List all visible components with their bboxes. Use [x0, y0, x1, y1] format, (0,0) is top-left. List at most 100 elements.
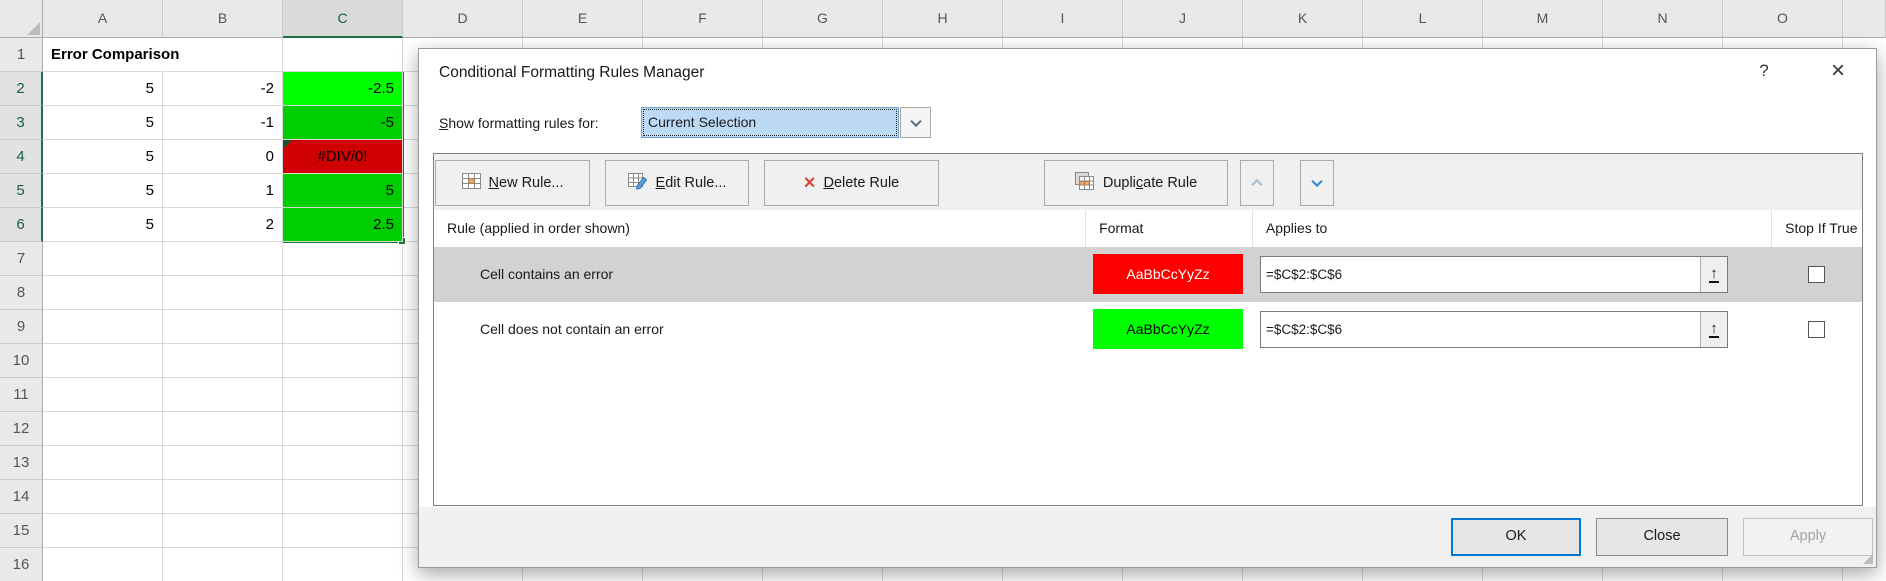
- cell-A14[interactable]: [43, 480, 163, 514]
- cell-C9[interactable]: [283, 310, 403, 344]
- column-header-L[interactable]: L: [1363, 0, 1483, 38]
- applies-to-input[interactable]: =$C$2:$C$6 ↑: [1260, 256, 1728, 293]
- collapse-dialog-button[interactable]: ↑: [1700, 312, 1727, 347]
- applies-to-input[interactable]: =$C$2:$C$6 ↑: [1260, 311, 1728, 348]
- column-header-M[interactable]: M: [1483, 0, 1603, 38]
- column-header-F[interactable]: F: [643, 0, 763, 38]
- column-header-J[interactable]: J: [1123, 0, 1243, 38]
- column-header-O[interactable]: O: [1723, 0, 1843, 38]
- cell-A5[interactable]: 5: [43, 174, 163, 208]
- cell-A4[interactable]: 5: [43, 140, 163, 174]
- cell-B15[interactable]: [163, 514, 283, 548]
- cell-C4[interactable]: #DIV/0!: [283, 140, 403, 174]
- cell-A1[interactable]: Error Comparison: [43, 38, 163, 72]
- column-header-C[interactable]: C: [283, 0, 403, 38]
- row-header-16[interactable]: 16: [0, 548, 43, 581]
- cell-B13[interactable]: [163, 446, 283, 480]
- cell-A12[interactable]: [43, 412, 163, 446]
- cell-B2[interactable]: -2: [163, 72, 283, 106]
- row-header-12[interactable]: 12: [0, 412, 43, 446]
- cell-C2[interactable]: -2.5: [283, 72, 403, 106]
- cell-C13[interactable]: [283, 446, 403, 480]
- move-rule-up-button[interactable]: [1240, 160, 1274, 206]
- cell-A13[interactable]: [43, 446, 163, 480]
- cell-C15[interactable]: [283, 514, 403, 548]
- row-header-10[interactable]: 10: [0, 344, 43, 378]
- scope-dropdown[interactable]: Current Selection: [641, 107, 899, 138]
- apply-button[interactable]: Apply: [1743, 518, 1873, 556]
- ok-button[interactable]: OK: [1451, 518, 1581, 556]
- row-header-2[interactable]: 2: [0, 72, 43, 106]
- cell-C1[interactable]: [283, 38, 403, 72]
- column-header-I[interactable]: I: [1003, 0, 1123, 38]
- help-icon[interactable]: ?: [1751, 61, 1777, 87]
- cell-C12[interactable]: [283, 412, 403, 446]
- cell-C14[interactable]: [283, 480, 403, 514]
- cell-A15[interactable]: [43, 514, 163, 548]
- rule-row[interactable]: Cell contains an error AaBbCcYyZz =$C$2:…: [434, 247, 1862, 302]
- row-header-8[interactable]: 8: [0, 276, 43, 310]
- close-icon[interactable]: ×: [1823, 57, 1853, 87]
- rule-row[interactable]: Cell does not contain an error AaBbCcYyZ…: [434, 302, 1862, 357]
- cell-B5[interactable]: 1: [163, 174, 283, 208]
- row-header-4[interactable]: 4: [0, 140, 43, 174]
- resize-grip[interactable]: [1863, 554, 1873, 564]
- cell-C8[interactable]: [283, 276, 403, 310]
- cell-C7[interactable]: [283, 242, 403, 276]
- column-header-H[interactable]: H: [883, 0, 1003, 38]
- cell-C11[interactable]: [283, 378, 403, 412]
- column-header-D[interactable]: D: [403, 0, 523, 38]
- row-header-13[interactable]: 13: [0, 446, 43, 480]
- cell-B10[interactable]: [163, 344, 283, 378]
- move-rule-down-button[interactable]: [1300, 160, 1334, 206]
- collapse-dialog-button[interactable]: ↑: [1700, 257, 1727, 292]
- column-header-A[interactable]: A: [43, 0, 163, 38]
- cell-C6[interactable]: 2.5: [283, 208, 403, 242]
- row-header-9[interactable]: 9: [0, 310, 43, 344]
- new-rule-button[interactable]: New Rule...: [435, 160, 590, 206]
- select-all-corner[interactable]: [0, 0, 43, 38]
- cell-A10[interactable]: [43, 344, 163, 378]
- row-header-1[interactable]: 1: [0, 38, 43, 72]
- cell-B11[interactable]: [163, 378, 283, 412]
- close-button[interactable]: Close: [1596, 518, 1728, 556]
- cell-B12[interactable]: [163, 412, 283, 446]
- edit-rule-button[interactable]: Edit Rule...: [605, 160, 749, 206]
- cell-B8[interactable]: [163, 276, 283, 310]
- cell-B3[interactable]: -1: [163, 106, 283, 140]
- row-header-6[interactable]: 6: [0, 208, 43, 242]
- cell-A7[interactable]: [43, 242, 163, 276]
- row-header-14[interactable]: 14: [0, 480, 43, 514]
- cell-B14[interactable]: [163, 480, 283, 514]
- row-header-11[interactable]: 11: [0, 378, 43, 412]
- row-header-7[interactable]: 7: [0, 242, 43, 276]
- cell-B7[interactable]: [163, 242, 283, 276]
- cell-A2[interactable]: 5: [43, 72, 163, 106]
- cell-B6[interactable]: 2: [163, 208, 283, 242]
- row-header-15[interactable]: 15: [0, 514, 43, 548]
- stop-if-true-checkbox[interactable]: [1808, 266, 1825, 283]
- row-header-5[interactable]: 5: [0, 174, 43, 208]
- column-header-B[interactable]: B: [163, 0, 283, 38]
- column-header-E[interactable]: E: [523, 0, 643, 38]
- scope-dropdown-arrow-button[interactable]: [900, 107, 931, 138]
- delete-rule-button[interactable]: × Delete Rule: [764, 160, 939, 206]
- cell-B9[interactable]: [163, 310, 283, 344]
- row-header-3[interactable]: 3: [0, 106, 43, 140]
- cell-C16[interactable]: [283, 548, 403, 581]
- column-header-G[interactable]: G: [763, 0, 883, 38]
- cell-A16[interactable]: [43, 548, 163, 581]
- cell-A9[interactable]: [43, 310, 163, 344]
- cell-A11[interactable]: [43, 378, 163, 412]
- cell-B1[interactable]: [163, 38, 283, 72]
- cell-B4[interactable]: 0: [163, 140, 283, 174]
- duplicate-rule-button[interactable]: Duplicate Rule: [1044, 160, 1228, 206]
- stop-if-true-checkbox[interactable]: [1808, 321, 1825, 338]
- cell-A8[interactable]: [43, 276, 163, 310]
- cell-B16[interactable]: [163, 548, 283, 581]
- cell-A3[interactable]: 5: [43, 106, 163, 140]
- cell-C5[interactable]: 5: [283, 174, 403, 208]
- cell-C10[interactable]: [283, 344, 403, 378]
- column-header-N[interactable]: N: [1603, 0, 1723, 38]
- cell-C3[interactable]: -5: [283, 106, 403, 140]
